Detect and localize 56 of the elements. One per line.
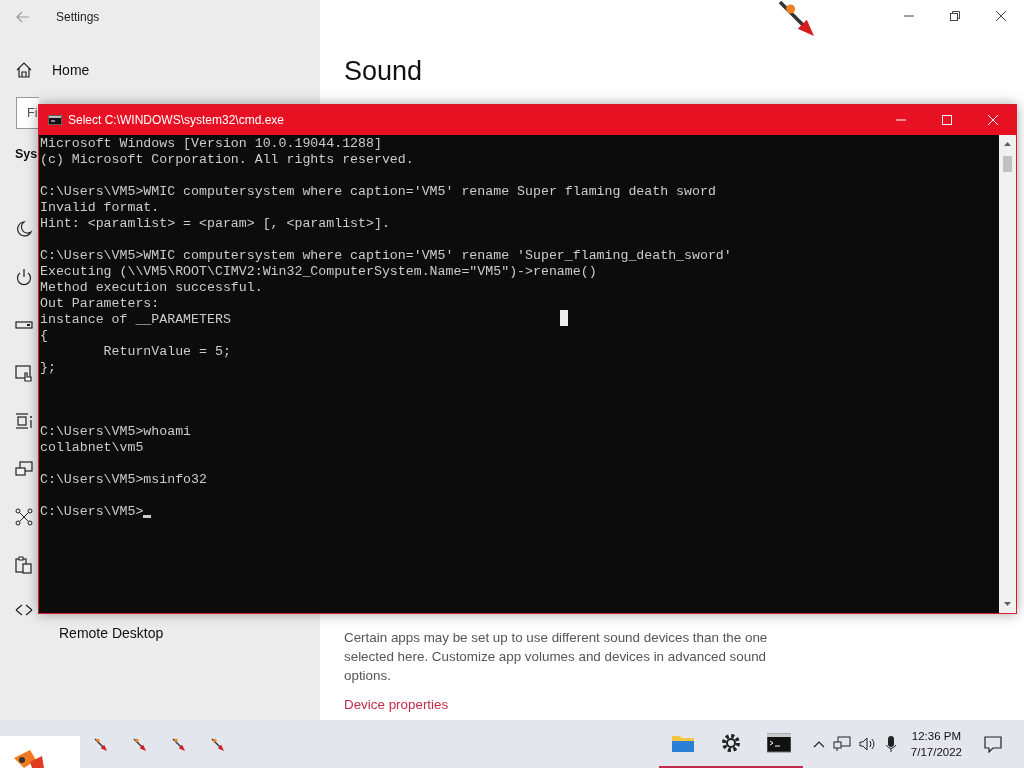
scrollbar-thumb[interactable]	[1003, 156, 1012, 172]
console-line: Hint: <paramlist> = <param> [, <paramlist>].	[40, 216, 390, 232]
battery-icon	[15, 320, 33, 330]
close-icon[interactable]	[996, 11, 1006, 21]
projector-icon	[15, 460, 33, 478]
console-line: Executing (\\VM5\ROOT\CIMV2:Win32_ComputerSystem.Name="VM5")->rename()	[40, 264, 597, 280]
microphone-icon[interactable]	[884, 735, 897, 753]
sword-icon[interactable]	[92, 737, 107, 751]
console-line: C:\Users\VM5>msinfo32	[40, 472, 207, 488]
restore-icon[interactable]	[950, 11, 960, 21]
sword-icon[interactable]	[131, 737, 146, 751]
chevron-up-icon[interactable]	[812, 740, 825, 748]
volume-icon[interactable]	[858, 736, 877, 752]
sword-icon[interactable]	[778, 0, 814, 36]
clock-time[interactable]: 12:36 PM	[911, 728, 962, 744]
settings-icon[interactable]	[719, 732, 742, 754]
console-line: collabnet\vm5	[40, 440, 144, 456]
sword-icon[interactable]	[209, 737, 224, 751]
console-title: Select C:\WINDOWS\system32\cmd.exe	[68, 113, 285, 127]
console-line: {	[40, 328, 48, 344]
console-line: C:\Users\VM5>whoami	[40, 424, 192, 440]
multitask-icon	[15, 412, 33, 430]
page-title: Sound	[344, 56, 424, 87]
console-line: C:\Users\VM5>WMIC computersystem where caption='VM5' rename 'Super_flaming_death_sword'	[40, 248, 732, 264]
console-line: C:\Users\VM5>WMIC computersystem where caption='VM5' rename Super flaming death sword	[40, 184, 716, 200]
window-title: Settings	[56, 10, 100, 24]
tablet-icon	[15, 364, 33, 382]
clipboard-icon	[15, 556, 33, 574]
terminal-icon[interactable]	[766, 733, 791, 753]
home-icon	[16, 62, 32, 78]
nav-item[interactable]: Remote Desktop	[59, 625, 164, 641]
moon-icon	[15, 220, 33, 238]
console-line: instance of __PARAMETERS	[40, 312, 231, 328]
power-icon	[15, 268, 33, 286]
console-line: (c) Microsoft Corporation. All rights reserved.	[40, 152, 414, 168]
description-text: Certain apps may be set up to use different sound devices than the one selected here. Customize app volumes and devices in advanced sound options.	[344, 629, 769, 685]
clock-date[interactable]: 7/17/2022	[910, 744, 962, 760]
console-line: Method execution successful.	[40, 280, 263, 296]
device-properties-link[interactable]: Device properties	[344, 697, 449, 712]
console-line: };	[40, 360, 56, 376]
maximize-icon[interactable]	[942, 115, 952, 125]
console-line: Out Parameters:	[40, 296, 160, 312]
notification-icon[interactable]	[984, 735, 1002, 753]
console-icon	[48, 115, 62, 125]
sword-icon[interactable]	[170, 737, 185, 751]
console-line: C:\Users\VM5>	[40, 504, 144, 520]
console-line: Microsoft Windows [Version 10.0.19044.1288]	[40, 136, 382, 152]
network-nodes-icon	[15, 508, 33, 526]
network-icon[interactable]	[832, 736, 851, 752]
section-heading: Sys	[15, 147, 38, 161]
console-line: ReturnValue = 5;	[102, 344, 231, 360]
search-field[interactable]: Fi	[16, 97, 39, 129]
console-line: Invalid format.	[40, 200, 160, 216]
mouse-cursor	[560, 310, 568, 326]
folder-icon[interactable]	[670, 733, 695, 753]
home-link[interactable]: Home	[52, 62, 90, 78]
